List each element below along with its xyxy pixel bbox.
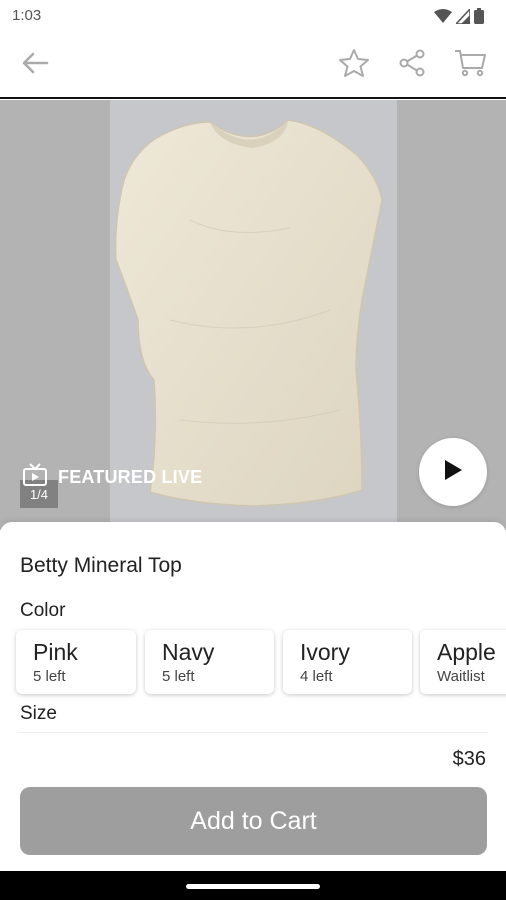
play-icon: [442, 458, 464, 487]
home-gesture-handle[interactable]: [186, 884, 320, 889]
system-nav-bar: [0, 871, 506, 900]
featured-live-badge: FEATURED LIVE: [22, 463, 202, 492]
product-price: $36: [452, 748, 486, 770]
app-bar: [0, 32, 506, 99]
color-option-stock: 4 left: [300, 668, 333, 685]
color-option-stock: 5 left: [162, 668, 195, 685]
featured-live-label: FEATURED LIVE: [58, 467, 203, 487]
live-tv-icon: [22, 463, 48, 492]
product-title: Betty Mineral Top: [20, 554, 182, 577]
status-icons: [434, 6, 484, 29]
add-to-cart-button[interactable]: Add to Cart: [20, 787, 487, 855]
battery-icon: [474, 8, 484, 29]
color-options: Pink 5 left Navy 5 left Ivory 4 left App…: [16, 630, 506, 696]
color-option-pink[interactable]: Pink 5 left: [16, 630, 136, 694]
product-sheet: Betty Mineral Top Color Pink 5 left Navy…: [0, 522, 506, 871]
back-arrow-icon: [21, 51, 49, 80]
size-options-divider: [18, 732, 488, 736]
status-time: 1:03: [12, 7, 42, 24]
color-option-ivory[interactable]: Ivory 4 left: [283, 630, 412, 694]
wifi-icon: [434, 8, 452, 29]
color-option-stock: Waitlist: [437, 668, 485, 685]
color-option-stock: 5 left: [33, 668, 66, 685]
color-option-apple[interactable]: Apple Waitlist: [420, 630, 506, 694]
back-button[interactable]: [18, 48, 52, 82]
color-option-name: Ivory: [300, 639, 350, 665]
color-option-navy[interactable]: Navy 5 left: [145, 630, 274, 694]
color-option-name: Apple: [437, 639, 496, 665]
color-option-name: Pink: [33, 639, 78, 665]
color-section-label: Color: [20, 600, 66, 621]
signal-icon: [454, 6, 471, 29]
color-option-name: Navy: [162, 639, 215, 665]
status-bar: 1:03: [0, 0, 506, 32]
cart-button[interactable]: [453, 48, 487, 82]
cart-icon: [454, 49, 486, 82]
share-button[interactable]: [395, 48, 429, 82]
star-icon: [338, 48, 370, 83]
play-video-button[interactable]: [419, 438, 487, 506]
favorite-button[interactable]: [337, 48, 371, 82]
share-icon: [398, 49, 426, 82]
size-section-label: Size: [20, 703, 57, 724]
